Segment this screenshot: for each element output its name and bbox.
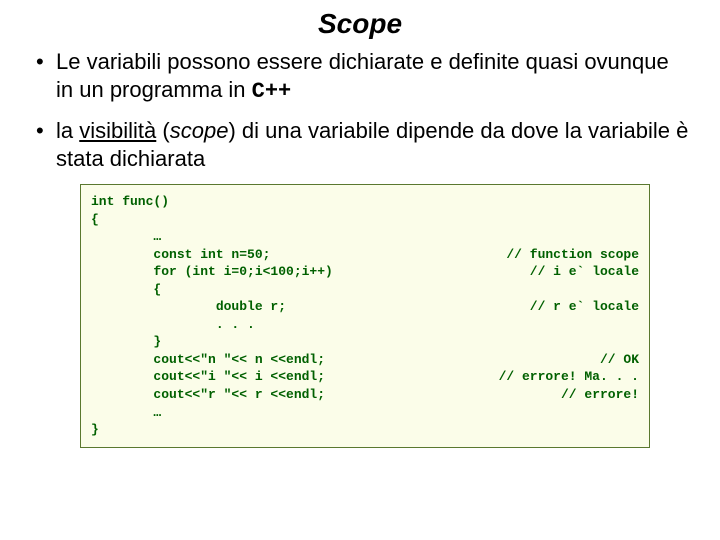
code-line: { (91, 281, 639, 299)
code-line: { (91, 211, 639, 229)
bullet-1: Le variabili possono essere dichiarate e… (34, 48, 690, 105)
bullet-2-b: ( (156, 118, 169, 143)
bullet-2-visibility: visibilità (79, 118, 156, 143)
code-line: int func() (91, 193, 639, 211)
slide-title: Scope (30, 8, 690, 40)
code-line: } (91, 421, 639, 439)
bullet-1-text: Le variabili possono essere dichiarate e… (56, 49, 669, 102)
code-line: } (91, 333, 639, 351)
bullet-2-scope: scope (170, 118, 229, 143)
code-line: for (int i=0;i<100;i++)// i e` locale (91, 263, 639, 281)
code-line: … (91, 228, 639, 246)
bullet-list: Le variabili possono essere dichiarate e… (34, 48, 690, 172)
code-line: cout<<"n "<< n <<endl;// OK (91, 351, 639, 369)
bullet-1-mono: C++ (252, 79, 292, 104)
code-line: . . . (91, 316, 639, 334)
code-line: cout<<"i "<< i <<endl;// errore! Ma. . . (91, 368, 639, 386)
code-line: cout<<"r "<< r <<endl;// errore! (91, 386, 639, 404)
code-box: int func() { … const int n=50;// functio… (80, 184, 650, 448)
bullet-2: la visibilità (scope) di una variabile d… (34, 117, 690, 172)
code-line: double r;// r e` locale (91, 298, 639, 316)
slide: Scope Le variabili possono essere dichia… (0, 0, 720, 458)
code-line: const int n=50;// function scope (91, 246, 639, 264)
code-line: … (91, 404, 639, 422)
bullet-2-a: la (56, 118, 79, 143)
